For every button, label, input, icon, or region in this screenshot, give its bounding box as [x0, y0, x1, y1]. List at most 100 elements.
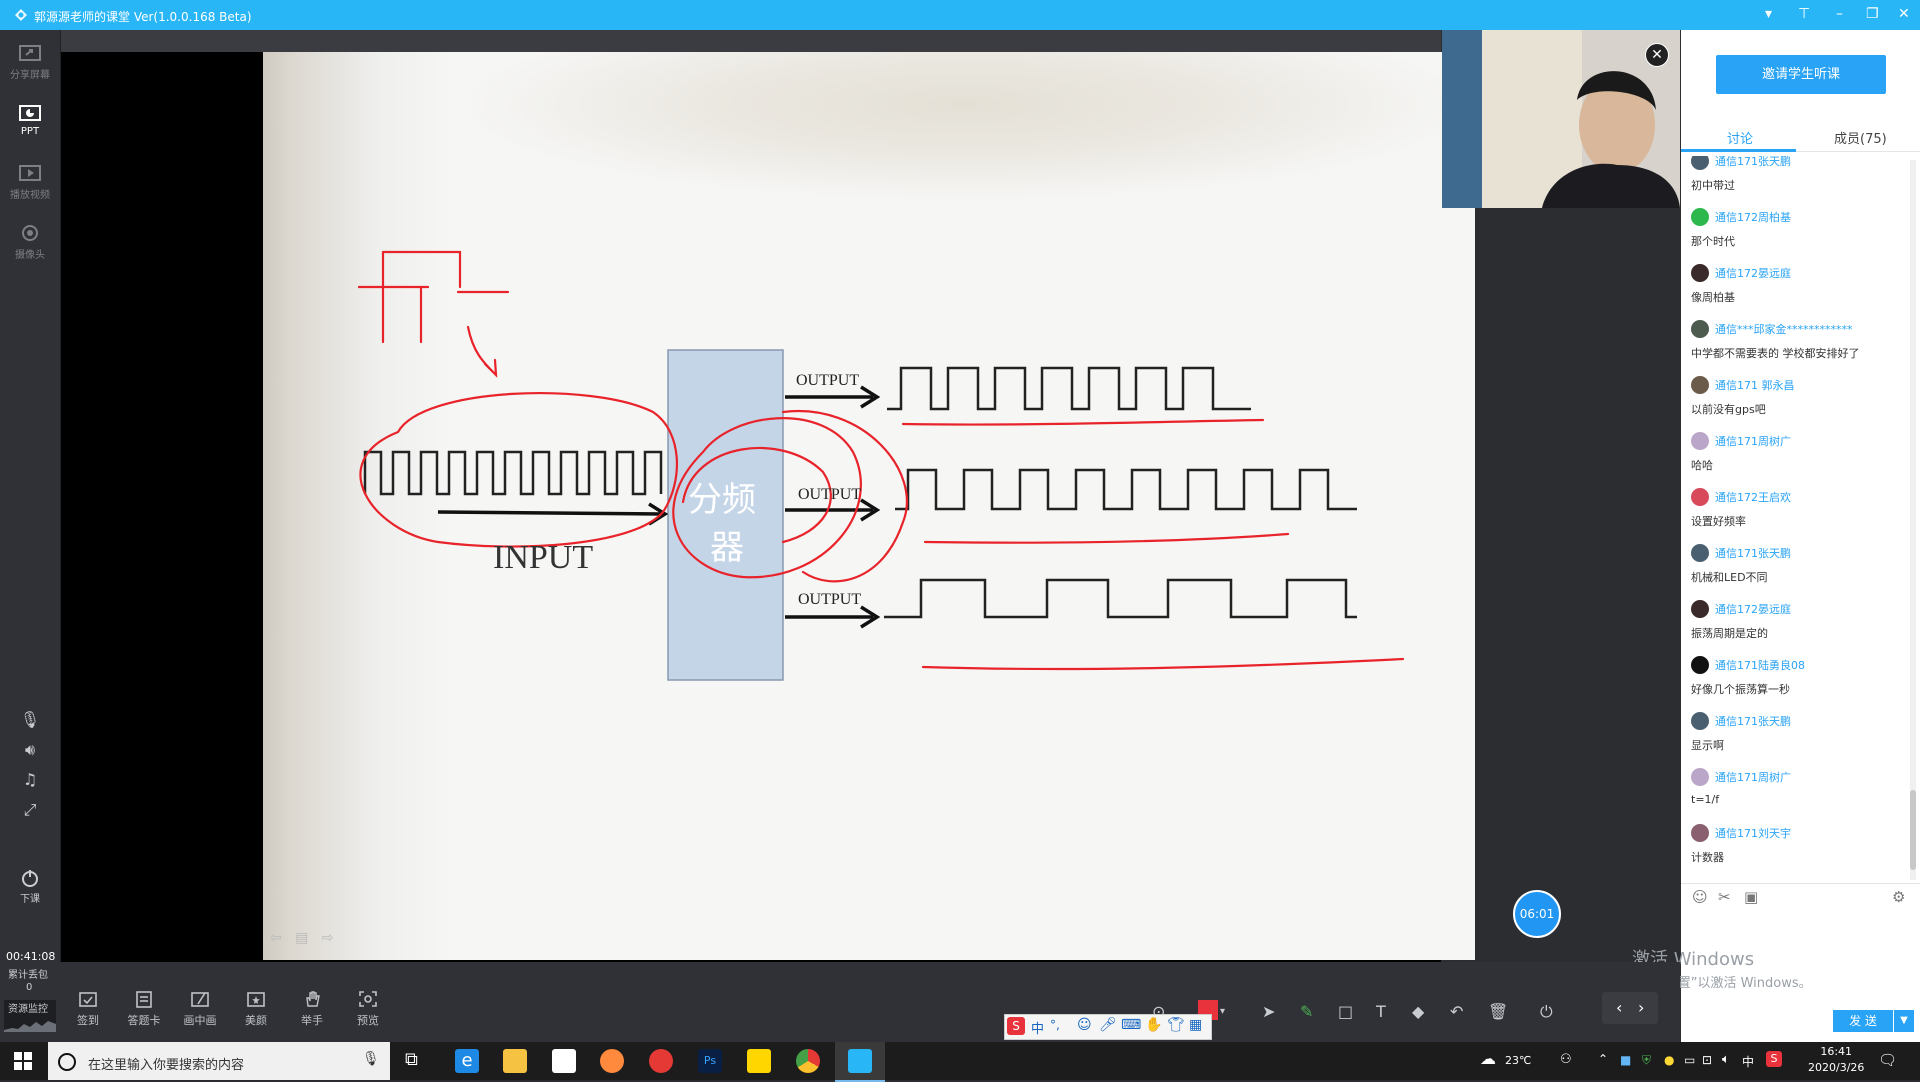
answer-card-button[interactable]: 答题卡 [122, 990, 166, 1028]
prev-page-icon[interactable]: ‹ [1616, 998, 1622, 1017]
chat-list[interactable]: 通信171张天鹏 初中带过 通信172周柏基 那个时代 通信172晏远庭 像周柏基 通信**… [1681, 156, 1906, 882]
raise-hand-button[interactable]: 举手 [290, 990, 334, 1028]
tray-shield-icon[interactable]: ⛨ [1642, 1053, 1651, 1068]
tray-lang-bar-icon[interactable]: ▭ [1684, 1053, 1695, 1067]
ime-tools-icon[interactable]: ✋ [1145, 1017, 1162, 1033]
tab-members[interactable]: 成员(75) [1834, 128, 1887, 147]
avatar[interactable] [1691, 600, 1709, 618]
color-dropdown-icon[interactable]: ▾ [1220, 1006, 1225, 1017]
send-button[interactable]: 发 送 [1833, 1010, 1893, 1032]
share-screen-button[interactable]: 分享屏幕 [0, 36, 60, 86]
chat-scrollbar[interactable] [1910, 160, 1916, 880]
ime-skin-icon[interactable]: 👕︎ [1167, 1017, 1185, 1033]
chat-sender-name[interactable]: 通信***邱家金************ [1715, 321, 1853, 337]
chat-sender-name[interactable]: 通信172周柏基 [1715, 209, 1791, 225]
windows-start-icon[interactable] [14, 1052, 32, 1070]
invite-students-button[interactable]: 邀请学生听课 [1716, 55, 1886, 94]
avatar[interactable] [1691, 156, 1709, 170]
ime-voice-icon[interactable]: 🎤︎ [1099, 1017, 1117, 1033]
tray-expand-icon[interactable]: ⌃ [1598, 1052, 1608, 1066]
checkin-button[interactable]: 签到 [66, 990, 110, 1028]
tray-chrome-icon[interactable]: ● [1664, 1053, 1674, 1067]
microphone-icon[interactable]: 🎙︎ [18, 710, 42, 732]
edge-icon[interactable]: e [455, 1049, 479, 1073]
close-video-icon[interactable]: ✕ [1645, 43, 1669, 67]
chat-sender-name[interactable]: 通信171张天鹏 [1715, 713, 1791, 729]
avatar[interactable] [1691, 768, 1709, 786]
send-options-icon[interactable]: ▼ [1894, 1010, 1914, 1032]
music-icon[interactable]: ♫ [18, 770, 42, 792]
orange-app-icon[interactable] [600, 1049, 624, 1073]
restore-icon[interactable]: ❐ [1866, 6, 1879, 22]
text-tool-icon[interactable]: T [1376, 1002, 1386, 1021]
tray-app-icon-1[interactable]: ■ [1620, 1053, 1631, 1067]
chat-sender-name[interactable]: 通信172王启欢 [1715, 489, 1791, 505]
chat-sender-name[interactable]: 通信171周树广 [1715, 433, 1791, 449]
taskbar-ime-lang[interactable]: 中 [1742, 1053, 1754, 1070]
avatar[interactable] [1691, 208, 1709, 226]
weather-icon[interactable]: ☁ [1480, 1049, 1496, 1068]
eraser-icon[interactable]: ◆ [1412, 1002, 1424, 1021]
chat-sender-name[interactable]: 通信172晏远庭 [1715, 601, 1791, 617]
player-icon[interactable] [747, 1049, 771, 1073]
exit-draw-icon[interactable]: ⏻ [1540, 1002, 1553, 1022]
close-window-icon[interactable]: ✕ [1898, 6, 1910, 22]
chat-sender-name[interactable]: 通信171张天鹏 [1715, 156, 1791, 169]
next-page-icon[interactable]: › [1638, 998, 1644, 1017]
ime-punct[interactable]: °, [1050, 1018, 1060, 1032]
chat-sender-name[interactable]: 通信171周树广 [1715, 769, 1791, 785]
fullscreen-icon[interactable]: ⤢ [18, 800, 42, 822]
ime-menu-icon[interactable]: ▦ [1189, 1017, 1202, 1033]
pointer-icon[interactable]: ➤ [1262, 1002, 1275, 1021]
chat-sender-name[interactable]: 通信172晏远庭 [1715, 265, 1791, 281]
beauty-button[interactable]: 美颜 [234, 990, 278, 1028]
pen-icon[interactable]: ✎ [1300, 1002, 1313, 1021]
avatar[interactable] [1691, 544, 1709, 562]
avatar[interactable] [1691, 264, 1709, 282]
ime-emoji-icon[interactable]: ☺ [1077, 1017, 1092, 1033]
settings-icon[interactable]: ⚙ [1892, 888, 1905, 906]
ime-toolbar[interactable]: S 中 °, ☺ 🎤︎ ⌨ ✋ 👕︎ ▦ [1004, 1014, 1212, 1040]
notifications-icon[interactable]: 🗨︎ [1878, 1051, 1897, 1069]
chat-sender-name[interactable]: 通信171刘天宇 [1715, 825, 1791, 841]
pin-icon[interactable]: ⊤ [1798, 6, 1810, 22]
file-explorer-icon[interactable] [503, 1049, 527, 1073]
clear-icon[interactable]: 🗑︎ [1488, 1002, 1508, 1021]
undo-icon[interactable]: ↶ [1450, 1002, 1463, 1021]
emoji-icon[interactable]: ☺ [1692, 888, 1708, 906]
ime-keyboard-icon[interactable]: ⌨ [1121, 1017, 1141, 1033]
store-icon[interactable] [552, 1049, 576, 1073]
chat-sender-name[interactable]: 通信171 郭永昌 [1715, 377, 1795, 393]
sogou-tray-icon[interactable]: S [1766, 1051, 1782, 1067]
avatar[interactable] [1691, 320, 1709, 338]
ppt-slide[interactable]: OUTPUT OUTPUT OUTPUT INPUT 分频 器 [263, 52, 1475, 960]
volume-icon[interactable]: 🔈︎ [1722, 1052, 1730, 1067]
chrome-icon[interactable] [796, 1049, 820, 1073]
chat-scroll-thumb[interactable] [1910, 790, 1916, 870]
avatar[interactable] [1691, 432, 1709, 450]
shape-icon[interactable]: □ [1338, 1002, 1353, 1021]
play-video-button[interactable]: 播放视频 [0, 156, 60, 206]
image-icon[interactable]: ▣ [1744, 888, 1758, 906]
photoshop-icon[interactable]: Ps [698, 1049, 722, 1073]
taskbar-clock[interactable]: 16:41 2020/3/26 [1808, 1044, 1864, 1076]
avatar[interactable] [1691, 656, 1709, 674]
picture-in-picture-button[interactable]: 画中画 [178, 990, 222, 1028]
tab-discussion[interactable]: 讨论 [1727, 128, 1753, 147]
avatar[interactable] [1691, 824, 1709, 842]
scissors-icon[interactable]: ✂ [1718, 888, 1731, 906]
minimize-icon[interactable]: – [1836, 6, 1843, 22]
ppt-button[interactable]: PPT [0, 96, 60, 146]
end-class-button[interactable]: 下课 [0, 860, 60, 910]
slide-list-icon[interactable]: ▤ [295, 930, 308, 946]
search-mic-icon[interactable]: 🎙︎ [362, 1051, 380, 1067]
avatar[interactable] [1691, 712, 1709, 730]
camera-button[interactable]: 摄像头 [0, 216, 60, 266]
countdown-timer[interactable]: 06:01 [1513, 890, 1561, 938]
speaker-icon[interactable]: 🔊︎ [18, 740, 42, 762]
dropdown-icon[interactable]: ▾ [1765, 6, 1772, 22]
preview-button[interactable]: 预览 [346, 990, 390, 1028]
avatar[interactable] [1691, 376, 1709, 394]
prev-slide-icon[interactable]: ⇦ [270, 930, 282, 946]
avatar[interactable] [1691, 488, 1709, 506]
